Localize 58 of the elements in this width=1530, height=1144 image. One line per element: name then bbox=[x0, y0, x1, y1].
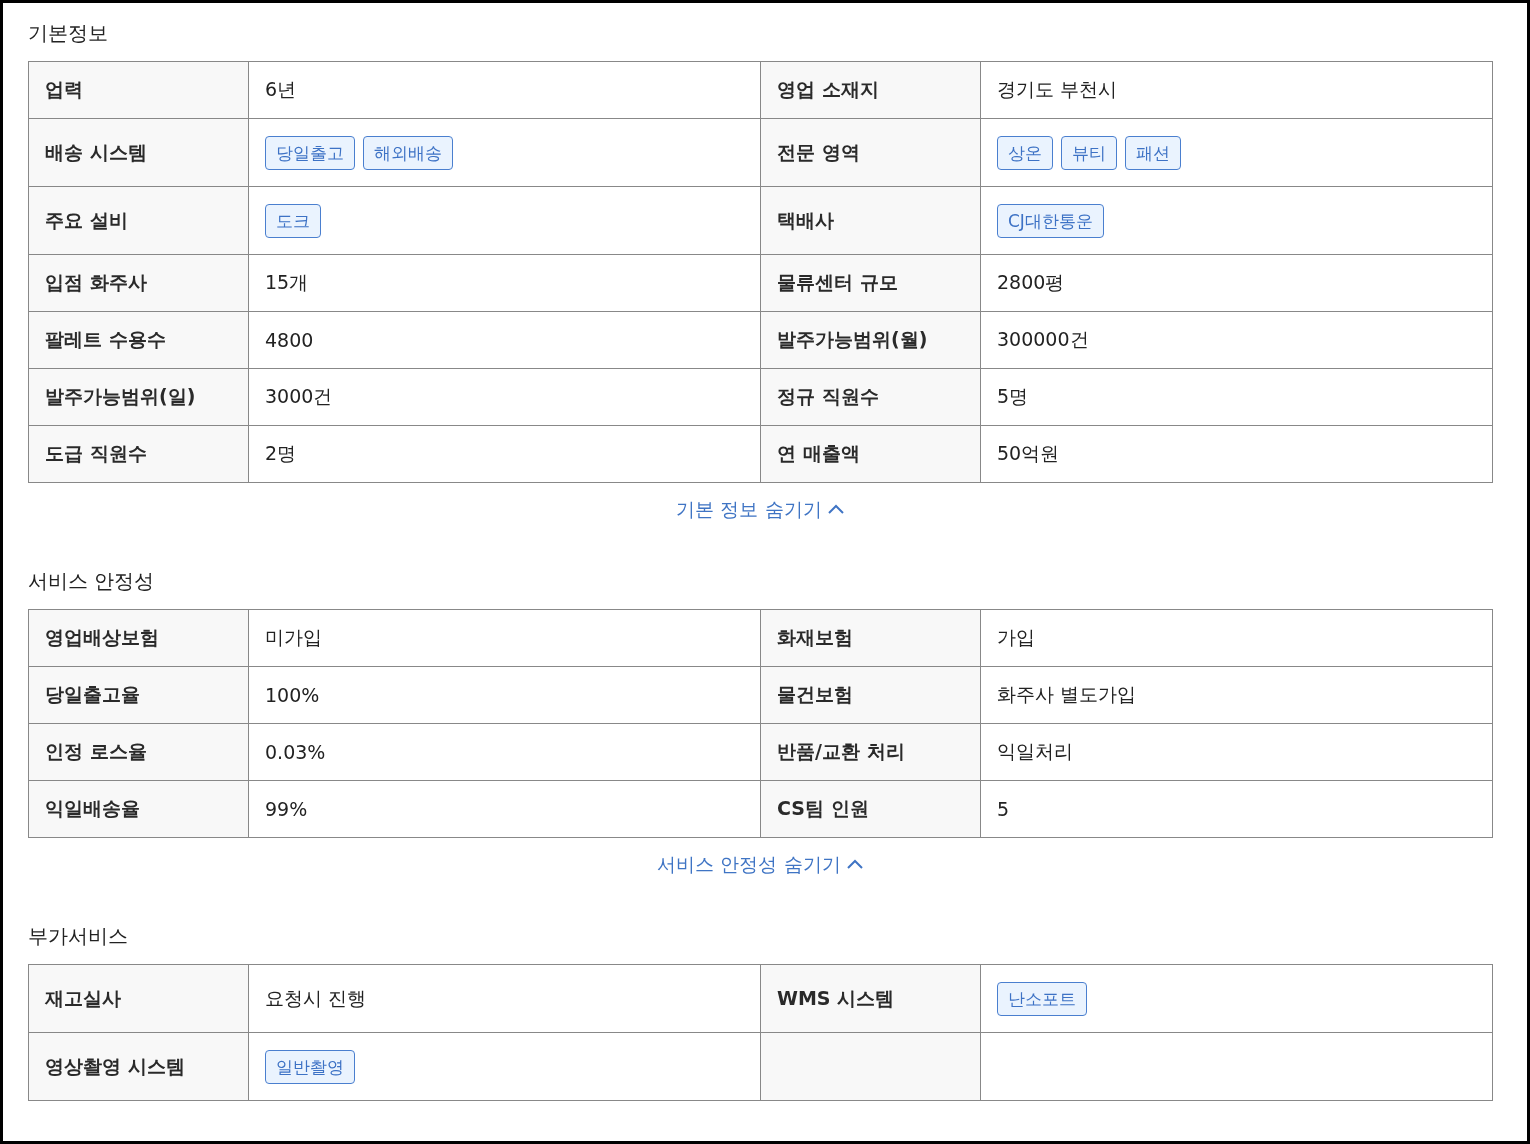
value-cell: 2800평 bbox=[980, 254, 1493, 312]
value-cell: 300000건 bbox=[980, 311, 1493, 369]
label-cell: 입점 화주사 bbox=[28, 254, 249, 312]
label-cell: 발주가능범위(월) bbox=[760, 311, 981, 369]
toggle-link[interactable]: 기본 정보 숨기기 bbox=[676, 497, 844, 521]
tag-chip: 뷰티 bbox=[1061, 135, 1117, 170]
tag-chip: 해외배송 bbox=[363, 135, 453, 170]
value-cell: 50억원 bbox=[980, 425, 1493, 483]
value-cell: 2명 bbox=[248, 425, 761, 483]
label-cell: 연 매출액 bbox=[760, 425, 981, 483]
label-cell: 정규 직원수 bbox=[760, 368, 981, 426]
label-cell: 발주가능범위(일) bbox=[28, 368, 249, 426]
label-cell: CS팀 인원 bbox=[760, 780, 981, 838]
section-title: 서비스 안정성 bbox=[28, 568, 156, 595]
label-cell: 영업배상보험 bbox=[28, 609, 249, 667]
tag-chip: 난소포트 bbox=[997, 981, 1087, 1016]
toggle-link[interactable]: 서비스 안정성 숨기기 bbox=[657, 852, 863, 876]
tag-chip: 도크 bbox=[265, 203, 321, 238]
value-cell: 요청시 진행 bbox=[248, 964, 761, 1033]
tag-chip: 당일출고 bbox=[265, 135, 355, 170]
label-cell: 영상촬영 시스템 bbox=[28, 1032, 249, 1101]
label-cell: 업력 bbox=[28, 61, 249, 119]
label-cell: WMS 시스템 bbox=[760, 964, 981, 1033]
label-cell: 영업 소재지 bbox=[760, 61, 981, 119]
tag-chip: 상온 bbox=[997, 135, 1053, 170]
label-cell: 주요 설비 bbox=[28, 186, 249, 255]
label-cell: 인정 로스율 bbox=[28, 723, 249, 781]
label-cell: 배송 시스템 bbox=[28, 118, 249, 187]
label-cell: 화재보험 bbox=[760, 609, 981, 667]
label-cell: 재고실사 bbox=[28, 964, 249, 1033]
value-cell: 100% bbox=[248, 666, 761, 724]
value-cell: 6년 bbox=[248, 61, 761, 119]
value-cell: 99% bbox=[248, 780, 761, 838]
tag-chip: 패션 bbox=[1125, 135, 1181, 170]
value-cell: 익일처리 bbox=[980, 723, 1493, 781]
tag-chip: CJ대한통운 bbox=[997, 203, 1104, 238]
label-cell: 도급 직원수 bbox=[28, 425, 249, 483]
value-cell: 0.03% bbox=[248, 723, 761, 781]
label-cell: 당일출고율 bbox=[28, 666, 249, 724]
label-cell: 익일배송율 bbox=[28, 780, 249, 838]
value-cell: 가입 bbox=[980, 609, 1493, 667]
label-cell: 반품/교환 처리 bbox=[760, 723, 981, 781]
value-cell: 5 bbox=[980, 780, 1493, 838]
section-title: 기본정보 bbox=[28, 20, 109, 47]
value-cell: 15개 bbox=[248, 254, 761, 312]
label-cell: 택배사 bbox=[760, 186, 981, 255]
value-cell: 3000건 bbox=[248, 368, 761, 426]
tag-chip: 일반촬영 bbox=[265, 1049, 355, 1084]
label-cell: 물건보험 bbox=[760, 666, 981, 724]
section-title: 부가서비스 bbox=[28, 923, 129, 950]
value-cell: 미가입 bbox=[248, 609, 761, 667]
label-cell: 전문 영역 bbox=[760, 118, 981, 187]
value-cell: 경기도 부천시 bbox=[980, 61, 1493, 119]
value-cell: 5명 bbox=[980, 368, 1493, 426]
value-cell: 화주사 별도가입 bbox=[980, 666, 1493, 724]
value-cell: 4800 bbox=[248, 311, 761, 369]
label-cell: 물류센터 규모 bbox=[760, 254, 981, 312]
label-cell: 팔레트 수용수 bbox=[28, 311, 249, 369]
